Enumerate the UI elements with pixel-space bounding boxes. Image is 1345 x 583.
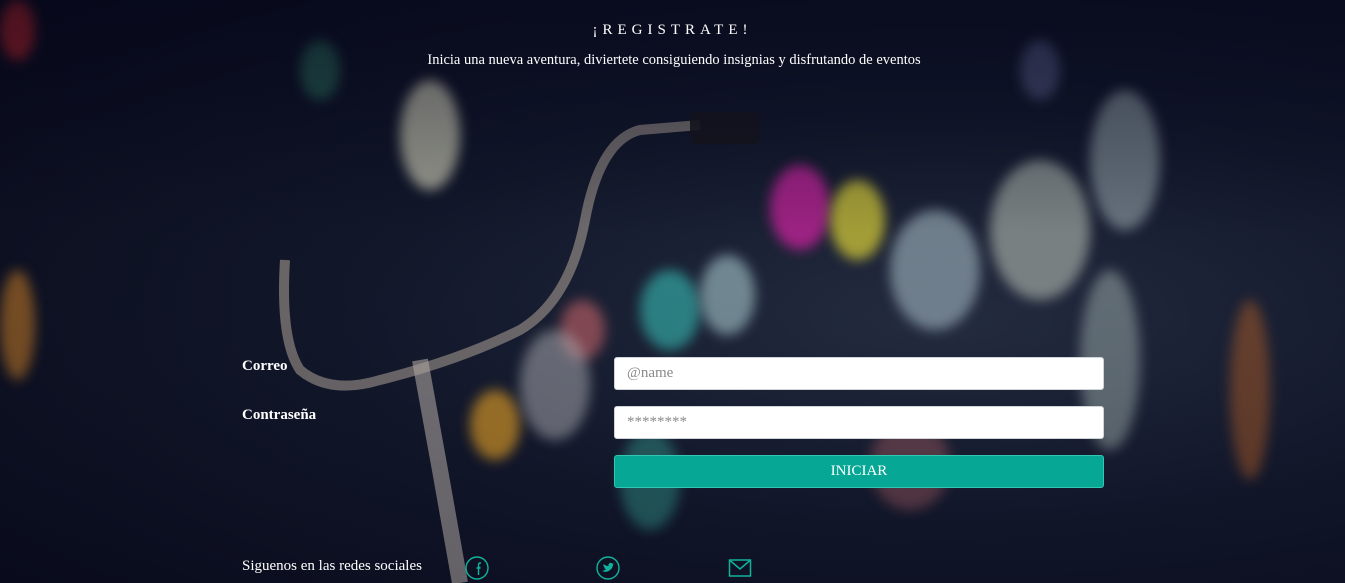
password-label: Contraseña [242, 407, 317, 423]
submit-button[interactable]: INICIAR [614, 455, 1104, 488]
background-image [0, 0, 1345, 583]
email-field[interactable] [614, 357, 1104, 390]
facebook-icon[interactable] [465, 556, 489, 580]
twitter-icon[interactable] [596, 556, 620, 580]
password-field[interactable] [614, 406, 1104, 439]
page-subtitle: Inicia una nueva aventura, diviertete co… [427, 52, 921, 68]
page-title: ¡REGISTRATE! [592, 22, 753, 38]
email-label: Correo [242, 358, 288, 374]
social-text: Siguenos en las redes sociales [242, 558, 422, 574]
mail-icon[interactable] [728, 556, 752, 580]
